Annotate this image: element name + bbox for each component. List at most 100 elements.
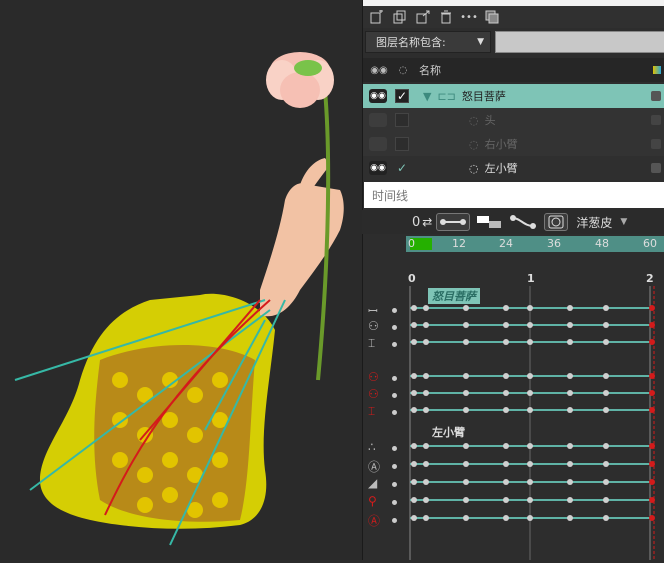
keyframe-start[interactable] [411, 373, 417, 379]
keyframe[interactable] [567, 497, 573, 503]
eye-icon[interactable]: ◉◉ [369, 89, 387, 103]
eye-icon[interactable] [369, 137, 387, 151]
layer-checkbox[interactable]: ✓ [395, 161, 409, 175]
keyframe-start[interactable] [411, 390, 417, 396]
keyframe[interactable] [527, 305, 533, 311]
curve-interp-button[interactable] [508, 213, 538, 231]
keyframe[interactable] [503, 479, 509, 485]
keyframe[interactable] [603, 373, 609, 379]
export-icon[interactable] [413, 8, 433, 26]
keyframe[interactable] [603, 390, 609, 396]
onion-skin-toggle-icon[interactable] [544, 213, 569, 231]
keyframe-end[interactable] [649, 390, 655, 396]
keyframe-start[interactable] [411, 461, 417, 467]
scale-red-channel-icon[interactable]: ⌶ [368, 404, 375, 419]
keyframe[interactable] [567, 322, 573, 328]
chevron-down-icon[interactable]: ▼ [620, 217, 627, 227]
translate-channel-icon[interactable]: ꟷ [368, 302, 378, 319]
delete-icon[interactable] [436, 8, 456, 26]
keyframe[interactable] [423, 390, 429, 396]
frame-ruler[interactable]: 0 12 24 36 48 60 [406, 236, 664, 252]
layer-row-root[interactable]: ◉◉ ✓ ▼ ⊏⊐ 怒目菩萨 [363, 84, 664, 108]
keyframe-end[interactable] [649, 373, 655, 379]
opacity-channel-icon[interactable]: ◢ [368, 476, 377, 490]
keyframe[interactable] [567, 373, 573, 379]
onion-skin-dropdown[interactable]: 洋葱皮 [576, 214, 612, 231]
keyframe[interactable] [423, 373, 429, 379]
keyframe[interactable] [463, 407, 469, 413]
keyframe[interactable] [527, 339, 533, 345]
keyframe[interactable] [603, 461, 609, 467]
keyframe[interactable] [503, 305, 509, 311]
keyframe[interactable] [463, 322, 469, 328]
keyframe-start[interactable] [411, 515, 417, 521]
keyframe[interactable] [567, 339, 573, 345]
keyframe[interactable] [603, 443, 609, 449]
new-layer-icon[interactable] [367, 8, 387, 26]
keyframe[interactable] [603, 339, 609, 345]
keyframe[interactable] [423, 443, 429, 449]
filter-select[interactable]: 图层名称包含: ▼ [365, 31, 491, 53]
keyframe[interactable] [527, 461, 533, 467]
duplicate-icon[interactable] [390, 8, 410, 26]
keyframe[interactable] [527, 390, 533, 396]
group-arrow-icon[interactable]: ▼ [423, 90, 431, 103]
keyframe[interactable] [463, 515, 469, 521]
keyframe[interactable] [527, 322, 533, 328]
keyframe-start[interactable] [411, 339, 417, 345]
group-label-root[interactable]: 怒目菩萨 [428, 288, 480, 304]
keyframe-end[interactable] [649, 497, 655, 503]
step-interp-button[interactable] [474, 213, 504, 231]
keyframe-interp-button[interactable] [436, 213, 471, 231]
keyframe[interactable] [527, 515, 533, 521]
keyframe-start[interactable] [411, 305, 417, 311]
keyframe-end[interactable] [649, 305, 655, 311]
bone-channel-icon[interactable]: ⚲ [368, 494, 377, 508]
keyframe[interactable] [527, 407, 533, 413]
text-channel-icon[interactable]: Ⓐ [368, 458, 380, 475]
keyframe-start[interactable] [411, 497, 417, 503]
keyframe[interactable] [567, 479, 573, 485]
keyframe[interactable] [423, 407, 429, 413]
keyframe[interactable] [527, 479, 533, 485]
keyframe[interactable] [567, 461, 573, 467]
points-channel-icon[interactable]: ∴ [368, 440, 376, 454]
keyframe[interactable] [603, 479, 609, 485]
keyframe[interactable] [527, 497, 533, 503]
keyframe[interactable] [503, 515, 509, 521]
keyframe[interactable] [503, 373, 509, 379]
keyframe-start[interactable] [411, 322, 417, 328]
timeline-tracks[interactable] [406, 286, 664, 560]
keyframe[interactable] [463, 461, 469, 467]
keyframe[interactable] [503, 461, 509, 467]
keyframe[interactable] [503, 322, 509, 328]
keyframe[interactable] [463, 339, 469, 345]
rotate-red-channel-icon[interactable]: ⚇ [368, 387, 379, 401]
keyframe[interactable] [463, 443, 469, 449]
filter-input[interactable] [495, 31, 664, 53]
layer-row-right-forearm[interactable]: ◌ 右小臂 [363, 132, 664, 156]
keyframe[interactable] [603, 322, 609, 328]
stack-icon[interactable] [482, 8, 502, 26]
keyframe[interactable] [567, 407, 573, 413]
keyframe-end[interactable] [649, 407, 655, 413]
keyframe[interactable] [503, 497, 509, 503]
layer-checkbox[interactable] [395, 137, 409, 151]
keyframe[interactable] [503, 443, 509, 449]
keyframe[interactable] [463, 305, 469, 311]
scale-channel-icon[interactable]: ⌶ [368, 336, 375, 351]
keyframe[interactable] [603, 407, 609, 413]
keyframe[interactable] [423, 461, 429, 467]
keyframe[interactable] [567, 515, 573, 521]
drawing-canvas[interactable] [0, 0, 362, 560]
eye-icon[interactable]: ◉◉ [369, 161, 387, 175]
keyframe[interactable] [567, 390, 573, 396]
keyframe[interactable] [603, 305, 609, 311]
keyframe[interactable] [463, 390, 469, 396]
keyframe[interactable] [603, 497, 609, 503]
layer-row-head[interactable]: ◌ 头 [363, 108, 664, 132]
layer-checkbox[interactable] [395, 113, 409, 127]
more-icon[interactable]: ••• [459, 8, 479, 26]
keyframe[interactable] [423, 515, 429, 521]
keyframe-start[interactable] [411, 407, 417, 413]
